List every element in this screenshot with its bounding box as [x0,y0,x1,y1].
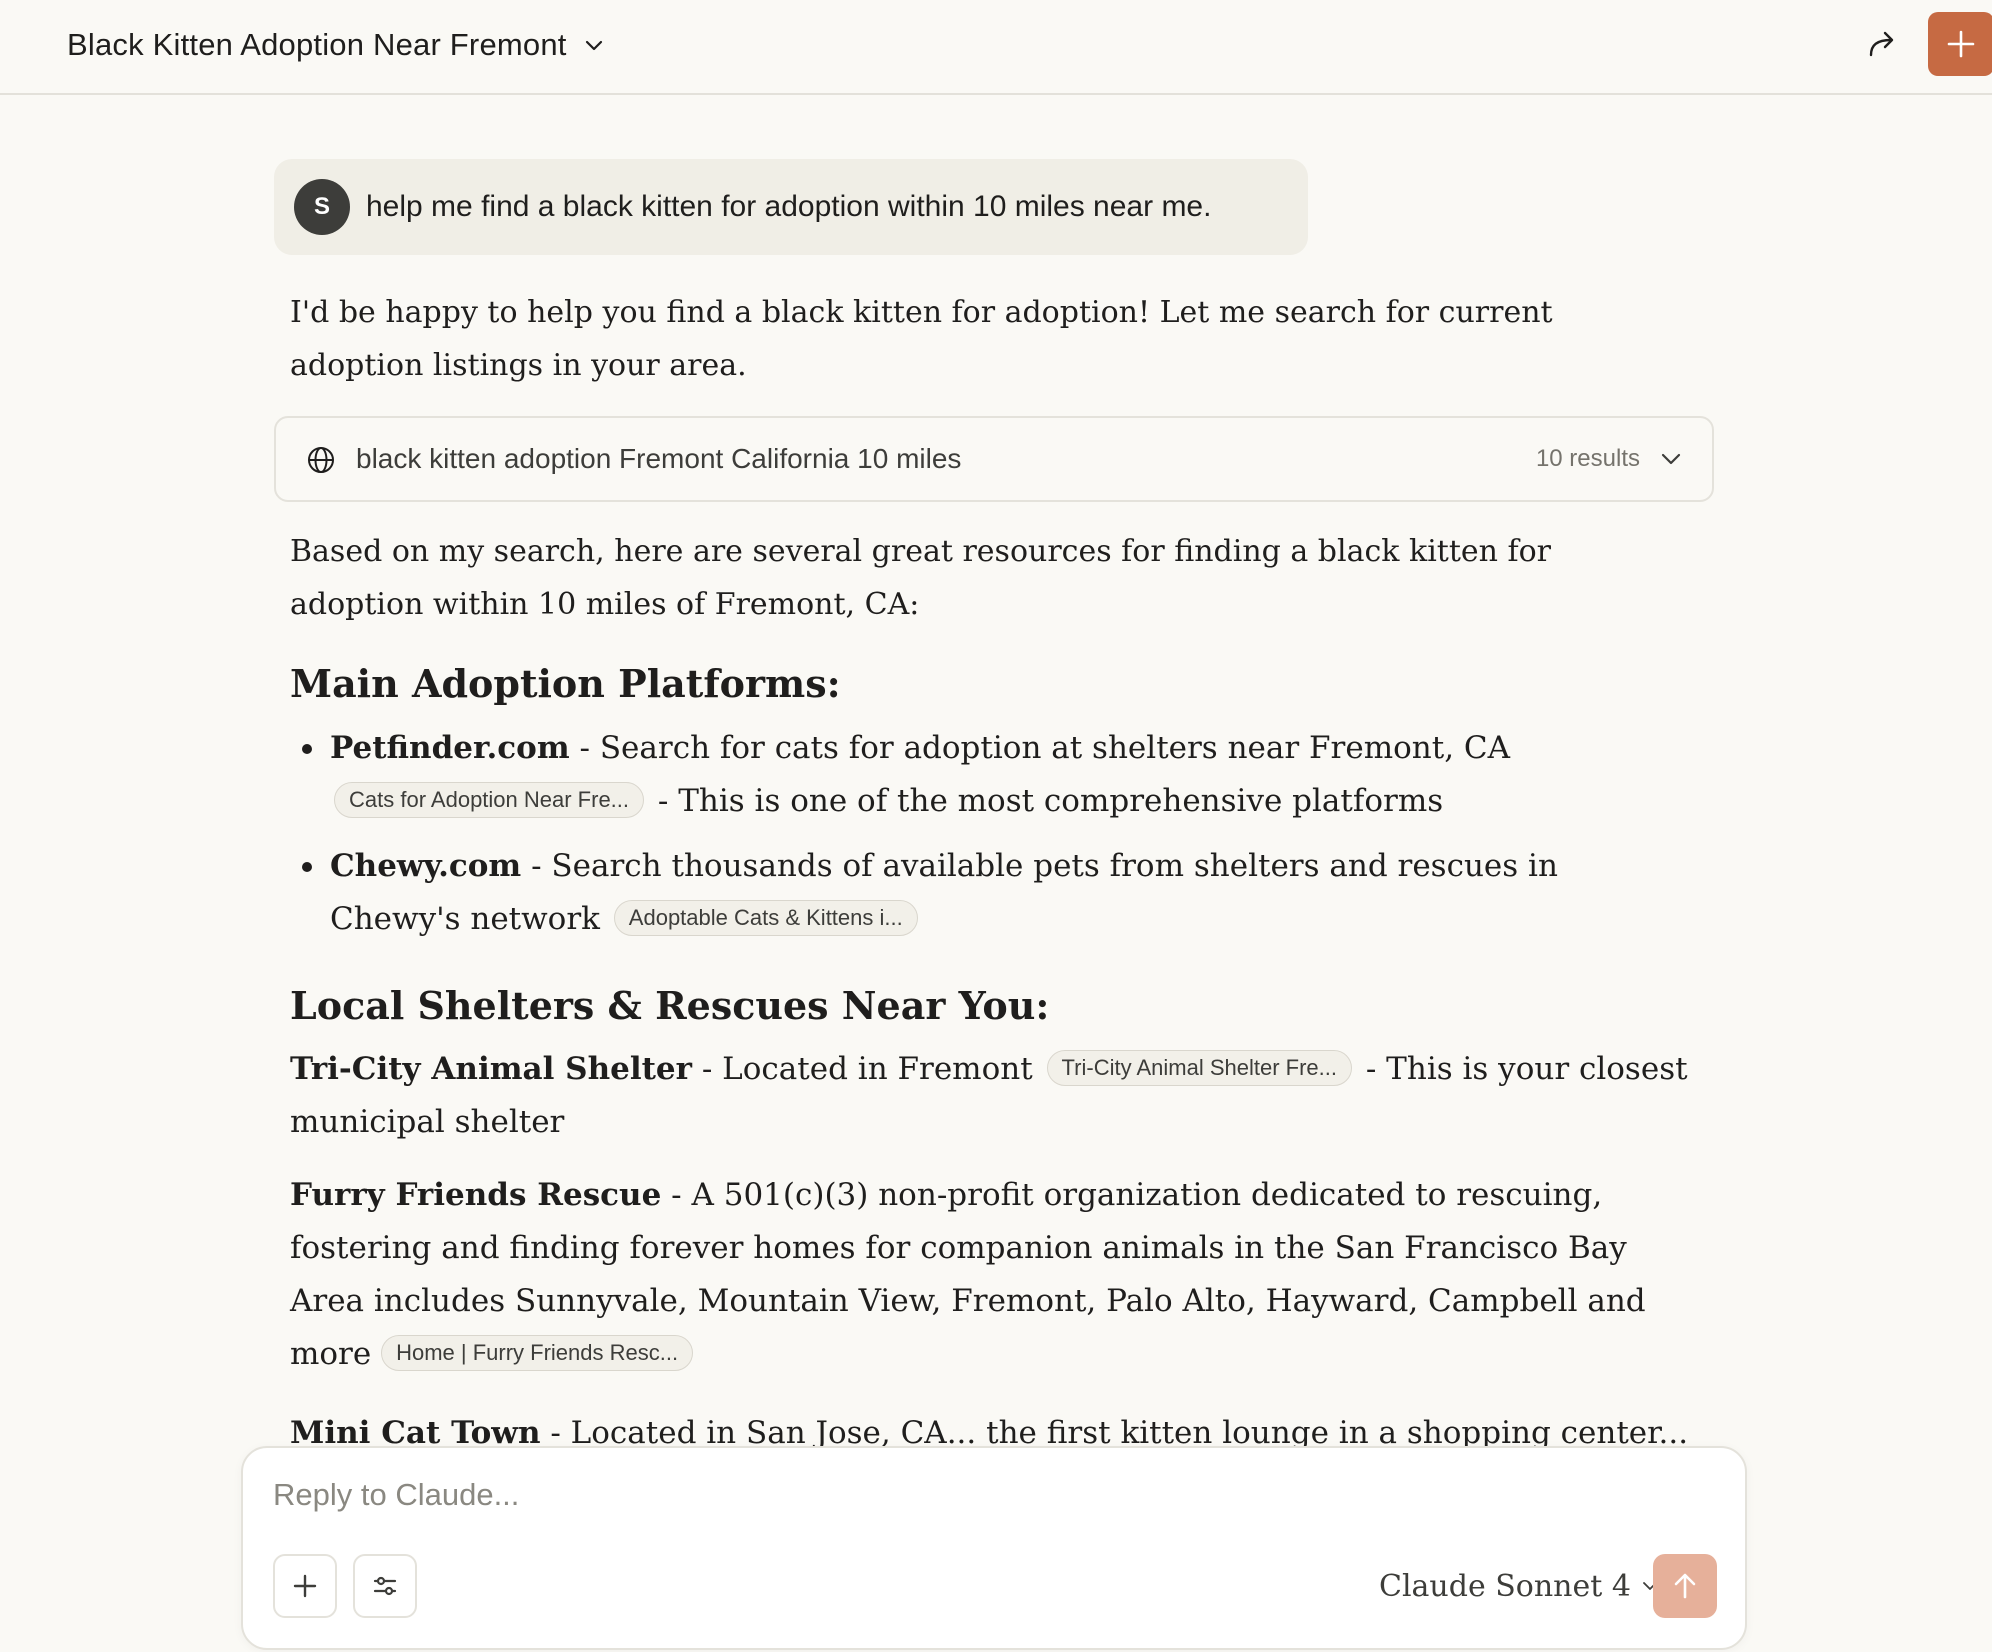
section-heading-shelters: Local Shelters & Rescues Near You: [290,983,1050,1028]
arrow-up-icon [1674,1573,1696,1599]
share-button[interactable] [1862,24,1902,64]
assistant-summary: Based on my search, here are several gre… [290,534,1552,622]
chevron-down-icon [585,40,602,51]
citation-chip[interactable]: Tri-City Animal Shelter Fre... [1046,1049,1352,1086]
platform-name: Petfinder.com [330,730,570,766]
platform-tail: - This is one of the most comprehensive … [648,783,1444,819]
sliders-icon [373,1576,397,1596]
reply-input[interactable] [273,1470,1673,1520]
chevron-down-icon [1661,453,1681,465]
send-button[interactable] [1653,1554,1717,1618]
shelter-name: Tri-City Animal Shelter [290,1051,692,1087]
shelter-desc: - Located in Fremont [692,1051,1043,1087]
list-item: Chewy.com - Search thousands of availabl… [290,840,1670,946]
chat-title: Black Kitten Adoption Near Fremont [67,27,567,62]
add-attachment-button[interactable] [273,1554,337,1618]
web-search-result-toggle[interactable]: black kitten adoption Fremont California… [274,416,1714,502]
results-count: 10 results [1535,445,1640,472]
shelter-desc: - Located in San Jose, CA... the first k… [540,1415,1689,1447]
platform-list: Petfinder.com - Search for cats for adop… [290,722,1670,946]
section-heading-platforms: Main Adoption Platforms: [290,661,841,706]
shelter-item: Mini Cat Town - Located in San Jose, CA.… [290,1407,1690,1447]
list-item: Petfinder.com - Search for cats for adop… [290,722,1670,828]
user-message: S help me find a black kitten for adopti… [274,159,1308,255]
avatar: S [294,179,350,235]
chat-header: Black Kitten Adoption Near Fremont [0,0,1992,95]
citation-chip[interactable]: Cats for Adoption Near Fre... [334,781,645,818]
plus-icon [1947,30,1975,58]
conversation: S help me find a black kitten for adopti… [0,97,1992,1447]
chat-title-dropdown[interactable]: Black Kitten Adoption Near Fremont [67,22,605,68]
citation-chip[interactable]: Home | Furry Friends Resc... [381,1334,694,1371]
share-icon [1869,31,1894,57]
model-selector[interactable]: Claude Sonnet 4 [1379,1554,1659,1618]
assistant-intro: I'd be happy to help you find a black ki… [290,295,1553,383]
citation-chip[interactable]: Adoptable Cats & Kittens i... [613,899,918,936]
reply-composer: Claude Sonnet 4 [241,1446,1747,1650]
model-name: Claude Sonnet 4 [1379,1568,1631,1604]
shelter-name: Mini Cat Town [290,1415,541,1447]
tools-button[interactable] [353,1554,417,1618]
new-chat-button[interactable] [1928,12,1992,76]
globe-icon [308,447,334,473]
platform-desc: - Search for cats for adoption at shelte… [569,730,1511,766]
plus-icon [293,1574,317,1598]
search-query: black kitten adoption Fremont California… [356,443,962,474]
user-message-text: help me find a black kitten for adoption… [366,190,1212,223]
platform-name: Chewy.com [330,848,522,884]
shelter-item: Tri-City Animal Shelter - Located in Fre… [290,1043,1690,1149]
shelter-item: Furry Friends Rescue - A 501(c)(3) non-p… [290,1169,1690,1381]
shelter-name: Furry Friends Rescue [290,1177,662,1213]
